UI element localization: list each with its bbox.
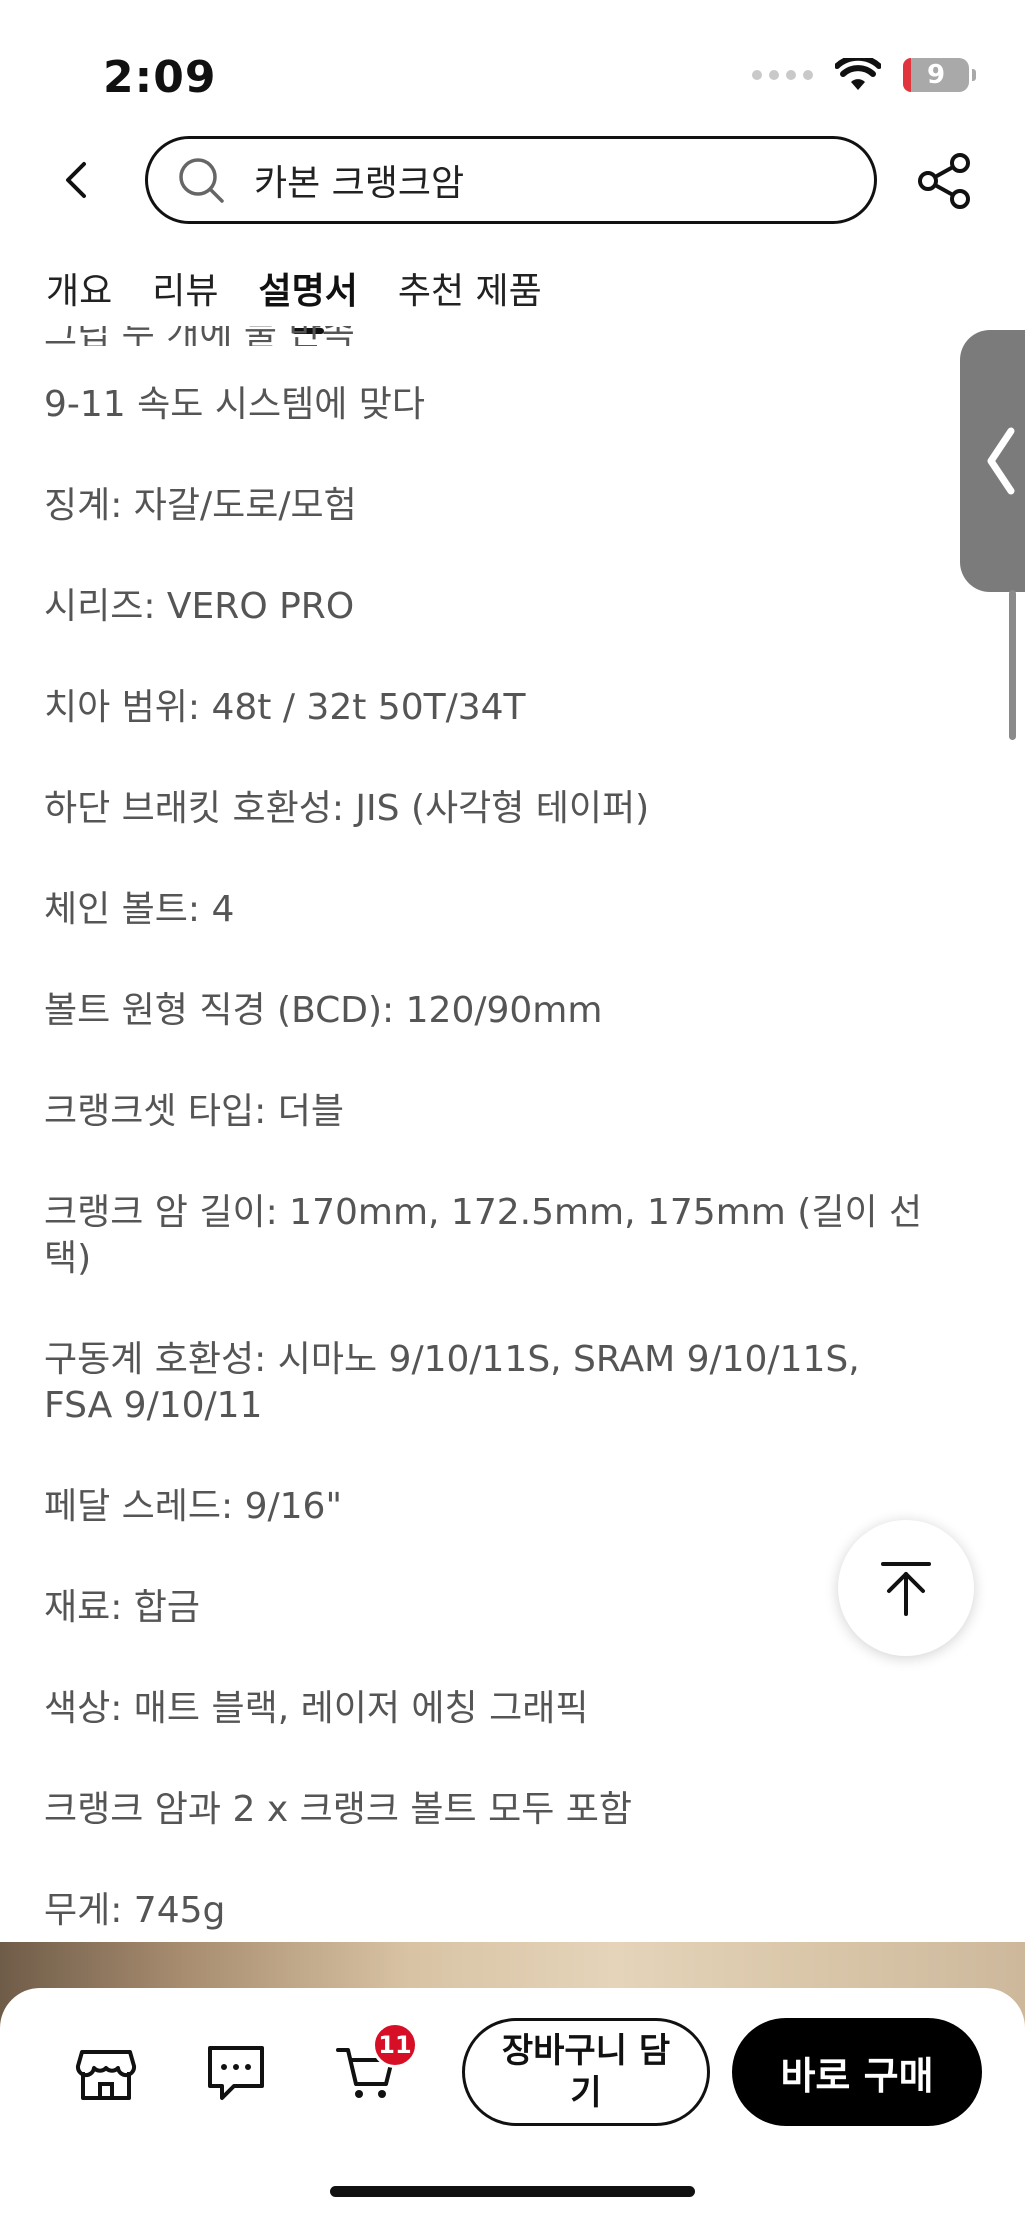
spec-item: 색상: 매트 블랙, 레이저 에칭 그래픽 xyxy=(44,1688,589,1729)
spec-item: 크랭크 암과 2 x 크랭크 볼트 모두 포함 xyxy=(44,1789,632,1830)
spec-item: 페달 스레드: 9/16" xyxy=(44,1486,343,1527)
spec-item: 재료: 합금 xyxy=(44,1587,201,1628)
scroll-to-top-button[interactable] xyxy=(838,1520,974,1656)
cellular-signal-icon xyxy=(752,70,813,80)
chat-icon[interactable] xyxy=(204,2040,268,2104)
home-indicator[interactable] xyxy=(330,2186,695,2197)
spec-item: 무게: 745g xyxy=(44,1890,226,1931)
spec-item: 체인 볼트: 4 xyxy=(44,889,235,930)
spec-item: 치아 범위: 48t / 32t 50T/34T xyxy=(44,687,526,728)
status-indicators: 9 xyxy=(752,58,976,92)
chevron-left-icon xyxy=(987,427,1015,495)
cart-count-badge: 11 xyxy=(372,2022,418,2068)
spec-item: 크랭크 암 길이: 170mm, 172.5mm, 175mm (길이 선택) xyxy=(44,1192,923,1279)
search-icon xyxy=(179,158,224,203)
spec-item: 9-11 속도 시스템에 맞다 xyxy=(44,384,425,425)
scroll-to-top-icon xyxy=(881,1562,931,1616)
battery-icon: 9 xyxy=(903,58,976,92)
status-time: 2:09 xyxy=(103,52,217,103)
wifi-icon xyxy=(835,58,881,90)
battery-level: 9 xyxy=(926,60,946,90)
scrollbar[interactable] xyxy=(1009,590,1016,740)
spec-item: 볼트 원형 직경 (BCD): 120/90mm xyxy=(44,990,603,1031)
add-to-cart-button[interactable]: 장바구니 담기 xyxy=(462,2018,710,2126)
partial-spec-text: 그립 두 개에 둘 만족 xyxy=(44,326,355,346)
search-input[interactable]: 카본 크랭크암 xyxy=(145,136,877,224)
tab-bar: 개요 리뷰 설명서 추천 제품 xyxy=(46,262,542,328)
spec-list: 그립 두 개에 둘 만족 9-11 속도 시스템에 맞다 징계: 자갈/도로/모… xyxy=(44,326,924,1934)
spec-item: 하단 브래킷 호환성: JIS (사각형 테이퍼) xyxy=(44,788,650,829)
spec-item: 크랭크셋 타입: 더블 xyxy=(44,1091,344,1132)
tab-recommended[interactable]: 추천 제품 xyxy=(398,262,542,328)
back-icon[interactable] xyxy=(56,158,100,202)
spec-item: 징계: 자갈/도로/모험 xyxy=(44,485,357,526)
tab-overview[interactable]: 개요 xyxy=(46,262,112,328)
side-panel-handle[interactable] xyxy=(960,330,1025,592)
search-query: 카본 크랭크암 xyxy=(254,163,465,204)
share-icon[interactable] xyxy=(916,152,974,210)
tab-reviews[interactable]: 리뷰 xyxy=(152,262,218,328)
spec-item: 구동계 호환성: 시마노 9/10/11S, SRAM 9/10/11S, FS… xyxy=(44,1339,860,1426)
tab-description[interactable]: 설명서 xyxy=(259,262,358,328)
buy-now-button[interactable]: 바로 구매 xyxy=(732,2018,982,2126)
partial-spec-line: 그립 두 개에 둘 만족 xyxy=(44,326,924,346)
store-icon[interactable] xyxy=(74,2040,138,2104)
spec-item: 시리즈: VERO PRO xyxy=(44,586,355,627)
